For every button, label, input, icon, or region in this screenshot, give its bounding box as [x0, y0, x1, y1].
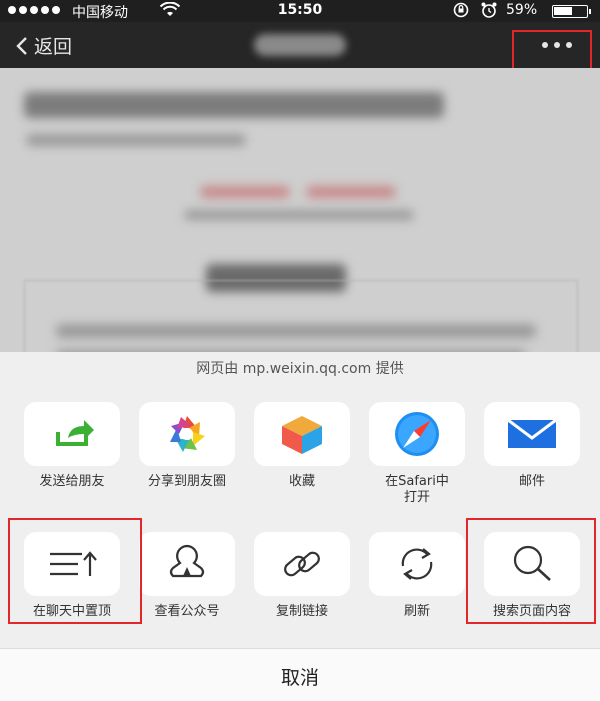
- battery-percent: 59%: [506, 2, 538, 18]
- refresh-button[interactable]: [369, 532, 465, 596]
- blurred-article-date: [26, 134, 246, 146]
- mail-label: 邮件: [518, 474, 545, 489]
- highlight-box-search: [466, 518, 596, 624]
- favorite-cube-icon: [282, 416, 322, 454]
- send-to-friend-icon: [56, 420, 94, 446]
- favorite-button[interactable]: [254, 402, 350, 466]
- share-to-moments-label: 分享到朋友圈: [147, 474, 226, 489]
- refresh-icon: [401, 548, 433, 580]
- view-official-account-button[interactable]: [139, 532, 235, 596]
- safari-icon: [395, 412, 439, 456]
- copy-link-label: 复制链接: [275, 604, 328, 619]
- alarm-icon: [480, 1, 498, 23]
- mail-button[interactable]: [484, 402, 580, 466]
- cancel-button[interactable]: 取消: [0, 648, 600, 701]
- share-to-moments-button[interactable]: [139, 402, 235, 466]
- rotation-lock-icon: [452, 1, 470, 23]
- cancel-label: 取消: [280, 667, 319, 689]
- battery-level: [554, 7, 573, 15]
- official-account-icon: [169, 544, 205, 578]
- mail-icon: [507, 418, 557, 448]
- back-button[interactable]: 返回: [14, 32, 72, 59]
- link-icon: [284, 551, 320, 577]
- blurred-tag-2: [306, 186, 396, 198]
- refresh-label: 刷新: [403, 604, 430, 619]
- open-in-safari-label: 在Safari中 打开: [385, 474, 449, 505]
- favorite-label: 收藏: [288, 474, 315, 489]
- copy-link-button[interactable]: [254, 532, 350, 596]
- article-content-blurred: [0, 68, 600, 368]
- open-in-safari-button[interactable]: [369, 402, 465, 466]
- view-official-account-label: 查看公众号: [154, 604, 220, 619]
- send-to-friend-label: 发送给朋友: [39, 474, 105, 489]
- status-bar: 中国移动 15:50 59%: [0, 0, 600, 22]
- battery-icon: [552, 5, 591, 18]
- blurred-article-title: [24, 92, 444, 118]
- chevron-left-icon: [16, 36, 27, 55]
- highlight-box-pin-to-top: [8, 518, 142, 624]
- provider-text: 网页由 mp.weixin.qq.com 提供: [196, 361, 404, 377]
- blurred-subtitle: [184, 210, 414, 220]
- back-label: 返回: [34, 36, 73, 58]
- page-title-blurred: [254, 34, 346, 56]
- send-to-friend-button[interactable]: [24, 402, 120, 466]
- blurred-tag-1: [200, 186, 290, 198]
- moments-icon: [170, 416, 205, 452]
- nav-bar: 返回: [0, 22, 600, 68]
